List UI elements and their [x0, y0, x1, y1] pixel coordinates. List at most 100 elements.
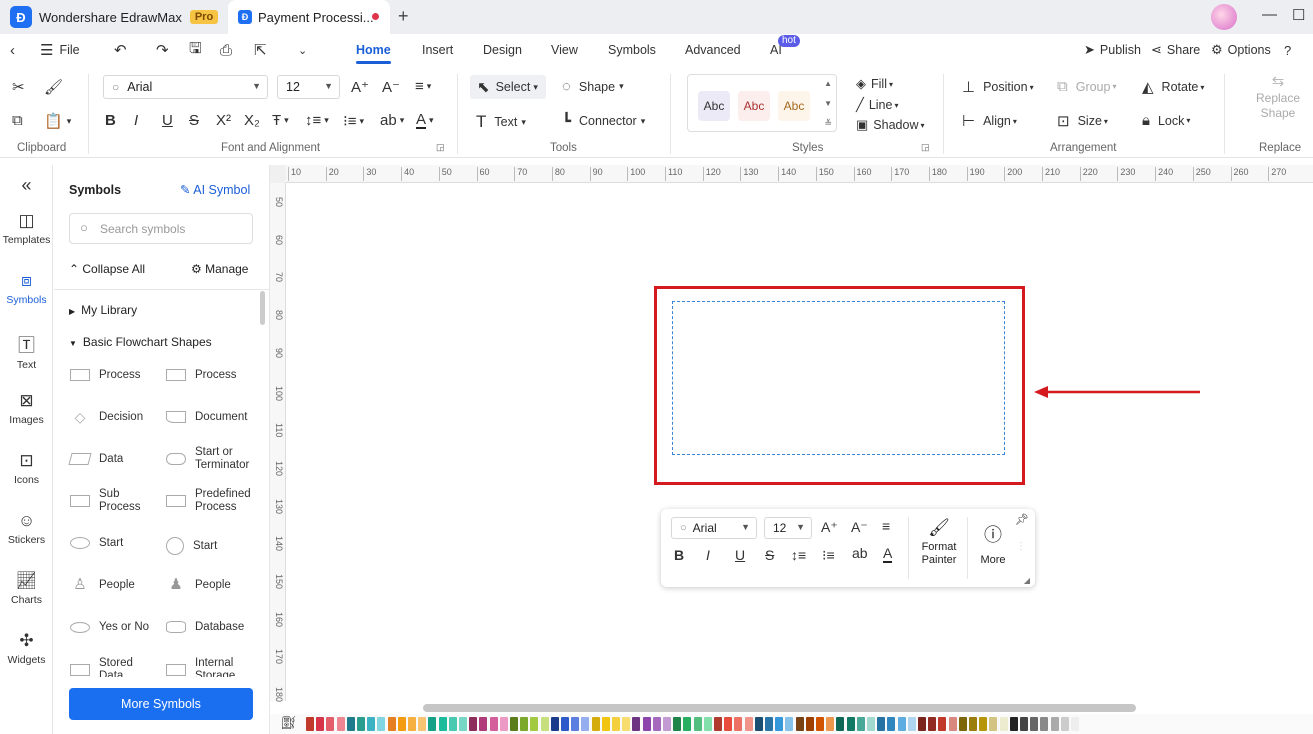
nav-templates[interactable]: ◫ Templates [0, 211, 53, 246]
color-swatch[interactable] [561, 717, 569, 731]
symbol-process-2[interactable]: Process [166, 369, 237, 381]
replace-shape-button[interactable]: ⇆ Replace Shape [1252, 74, 1304, 121]
color-swatch[interactable] [1060, 717, 1069, 731]
increase-font-icon[interactable]: A⁺ [351, 78, 369, 96]
color-swatch[interactable] [357, 717, 365, 731]
options-button[interactable]: ⚙ Options [1211, 34, 1271, 66]
text-tool[interactable]: T Text ▾ [476, 112, 526, 132]
superscript-icon[interactable]: X² [216, 112, 231, 129]
color-swatch[interactable] [1071, 717, 1079, 731]
customize-icon[interactable]: ⌄ [298, 34, 307, 66]
underline-icon[interactable]: U [735, 547, 745, 563]
color-swatch[interactable] [938, 717, 947, 731]
color-swatch[interactable] [928, 717, 937, 731]
scroll-down-icon[interactable]: ▼ [824, 99, 832, 108]
pin-icon[interactable]: 📌︎ [1015, 513, 1029, 526]
color-swatch[interactable] [836, 717, 845, 731]
highlight-text-icon[interactable]: ab ▾ [380, 112, 404, 129]
symbol-start[interactable]: Start [70, 537, 123, 549]
color-swatch[interactable] [846, 717, 855, 731]
color-swatch[interactable] [918, 717, 926, 731]
collapse-all-button[interactable]: ⌃ Collapse All [69, 262, 145, 276]
tab-home[interactable]: Home [356, 34, 391, 66]
format-painter-button[interactable]: 🖌 Format Painter [916, 519, 962, 567]
color-swatch[interactable] [418, 717, 427, 731]
color-swatch[interactable] [408, 717, 416, 731]
symbol-decision[interactable]: ◇ Decision [70, 410, 144, 424]
color-swatch[interactable] [591, 717, 600, 731]
color-swatch[interactable] [795, 717, 804, 731]
search-input[interactable]: ○ Search symbols [69, 213, 253, 244]
strikethrough-icon[interactable]: S [765, 547, 774, 563]
italic-icon[interactable]: I [706, 547, 710, 563]
color-swatch[interactable] [642, 717, 651, 731]
color-swatch[interactable] [469, 717, 478, 731]
share-button[interactable]: ⋖ Share [1151, 34, 1200, 66]
symbol-process[interactable]: Process [70, 369, 141, 381]
file-menu[interactable]: ☰ File [40, 34, 80, 66]
color-swatch[interactable] [805, 717, 814, 731]
save-icon[interactable]: 🖫 [189, 34, 202, 66]
style-sample-3[interactable]: Abc [778, 91, 810, 121]
color-swatch[interactable] [979, 717, 988, 731]
color-swatch[interactable] [438, 717, 447, 731]
fill-bucket-icon[interactable]: ⛽︎ [280, 715, 297, 731]
fill-button[interactable]: ◈ Fill ▾ [856, 76, 893, 92]
color-swatch[interactable] [897, 717, 906, 731]
color-swatch[interactable] [907, 717, 916, 731]
color-swatch[interactable] [816, 717, 824, 731]
color-swatch[interactable] [316, 717, 325, 731]
bold-icon[interactable]: B [105, 112, 116, 129]
symbol-database[interactable]: Database [166, 621, 244, 633]
color-swatch[interactable] [612, 717, 620, 731]
color-swatch[interactable] [540, 717, 549, 731]
expand-icon[interactable]: ≚ [824, 118, 832, 129]
minimize-icon[interactable]: — [1262, 6, 1277, 23]
color-swatch[interactable] [652, 717, 661, 731]
dialog-launcher-icon[interactable]: ◲ [921, 142, 930, 153]
line-spacing-icon[interactable]: ↕≡ ▾ [305, 112, 329, 129]
copy-icon[interactable]: ⧉ [12, 112, 23, 129]
line-spacing-icon[interactable]: ↕≡ [791, 547, 806, 563]
nav-charts[interactable]: 📈︎ Charts [0, 571, 53, 606]
tab-design[interactable]: Design [483, 34, 522, 66]
color-swatch[interactable] [714, 717, 722, 731]
color-swatch[interactable] [489, 717, 498, 731]
symbol-start-terminator[interactable]: Start or Terminator [166, 446, 266, 472]
tab-view[interactable]: View [551, 34, 578, 66]
increase-font-icon[interactable]: A⁺ [821, 519, 838, 536]
highlight-text-icon[interactable]: ab [852, 545, 868, 561]
color-swatch[interactable] [999, 717, 1008, 731]
color-swatch[interactable] [683, 717, 692, 731]
maximize-icon[interactable]: ☐ [1292, 6, 1305, 24]
help-icon[interactable]: ? [1284, 34, 1291, 66]
color-swatch[interactable] [693, 717, 702, 731]
shape-tool[interactable]: ◌ Shape ▾ [562, 78, 624, 95]
color-swatch[interactable] [520, 717, 529, 731]
nav-symbols[interactable]: ⧈ Symbols [0, 271, 53, 306]
print-icon[interactable]: ⎙ [220, 34, 232, 66]
color-swatch[interactable] [601, 717, 610, 731]
nav-stickers[interactable]: ☺ Stickers [0, 511, 53, 546]
redo-icon[interactable]: ↷ [156, 34, 169, 66]
decrease-font-icon[interactable]: A⁻ [851, 519, 868, 536]
panel-scrollbar[interactable] [260, 291, 265, 325]
color-swatch[interactable] [856, 717, 865, 731]
category-basic-flowchart[interactable]: ▼ Basic Flowchart Shapes [69, 335, 212, 349]
align-icon[interactable]: ≡ ▾ [415, 78, 431, 95]
connector-tool[interactable]: ┗ Connector ▾ [562, 112, 645, 130]
color-swatch[interactable] [571, 717, 580, 731]
color-swatch[interactable] [387, 717, 396, 731]
color-swatch[interactable] [632, 717, 641, 731]
color-swatch[interactable] [510, 717, 518, 731]
group-button[interactable]: ⧉ Group ▾ [1057, 78, 1116, 95]
tab-ai[interactable]: AI hot [770, 34, 800, 66]
paste-icon[interactable]: 📋 ▾ [44, 112, 71, 130]
more-button[interactable]: ⓘ More [975, 521, 1011, 566]
text-case-icon[interactable]: Ŧ ▾ [272, 112, 289, 129]
symbol-document[interactable]: Document [166, 411, 247, 423]
size-button[interactable]: ⊡ Size ▾ [1057, 112, 1108, 130]
color-swatch[interactable] [1040, 717, 1049, 731]
underline-icon[interactable]: U [162, 112, 173, 129]
color-swatch[interactable] [1030, 717, 1039, 731]
